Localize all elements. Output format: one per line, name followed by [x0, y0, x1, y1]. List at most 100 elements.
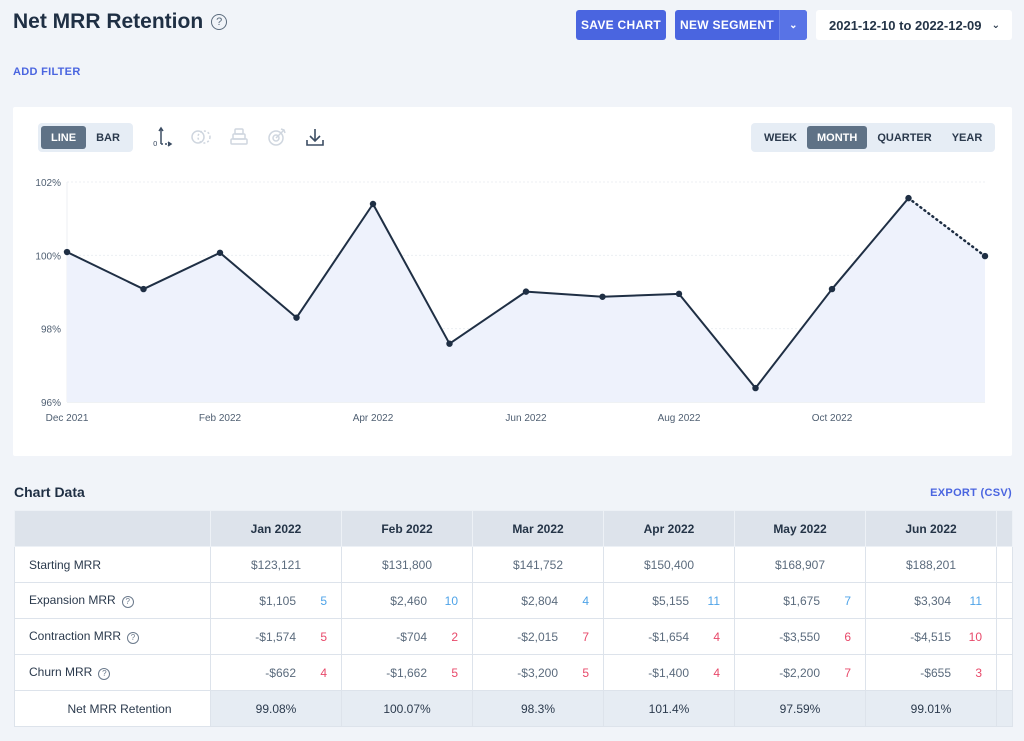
table-scroll-spacer: [996, 510, 1013, 547]
table-cell: -$655 3: [865, 654, 997, 691]
cell-amount: $168,907: [774, 557, 826, 572]
save-chart-button[interactable]: SAVE CHART: [576, 10, 666, 40]
data-point[interactable]: [522, 288, 530, 295]
area-fill: [67, 198, 985, 402]
table-cell: $168,907: [734, 546, 866, 583]
x-tick-label: Jun 2022: [505, 413, 547, 424]
column-header: Mar 2022: [472, 510, 604, 547]
column-header: Feb 2022: [341, 510, 473, 547]
export-csv-link[interactable]: EXPORT (CSV): [930, 487, 1012, 499]
table-cell: $188,201: [865, 546, 997, 583]
table-cell: -$1,662 5: [341, 654, 473, 691]
cell-amount: $5,155: [652, 593, 689, 608]
page-title: Net MRR Retention ?: [13, 10, 228, 34]
column-header: Apr 2022: [603, 510, 735, 547]
page-title-text: Net MRR Retention: [13, 10, 204, 33]
net-retention-cell: 101.4%: [603, 690, 735, 727]
x-tick-label: Apr 2022: [353, 413, 394, 424]
chevron-down-icon[interactable]: ⌄: [779, 10, 807, 40]
table-total-row: Net MRR Retention 99.08% 100.07% 98.3% 101.4…: [14, 690, 1013, 727]
row-label-text: Churn MRR: [29, 665, 93, 680]
cell-customer-count[interactable]: 7: [582, 630, 589, 644]
date-range-value: 2021-12-10 to 2022-12-09: [829, 17, 982, 33]
question-circle-icon[interactable]: ?: [211, 14, 228, 30]
table-row: Churn MRR? -$662 4 -$1,662 5 -$3,200 5 -$1,400 4…: [14, 654, 1013, 691]
cell-amount: $1,675: [783, 593, 820, 608]
data-point[interactable]: [293, 314, 300, 321]
cell-customer-count[interactable]: 4: [320, 666, 327, 680]
new-segment-button[interactable]: NEW SEGMENT ⌄: [675, 10, 807, 40]
cell-customer-count[interactable]: 7: [844, 594, 851, 608]
add-filter-link[interactable]: ADD FILTER: [13, 66, 81, 78]
y-tick-label: 96%: [41, 398, 61, 409]
cell-customer-count[interactable]: 5: [582, 666, 589, 680]
cell-amount: -$1,400: [648, 665, 689, 680]
cell-customer-count[interactable]: 10: [445, 594, 458, 608]
cell-amount: $131,800: [381, 557, 433, 572]
table-cell: -$2,015 7: [472, 618, 604, 655]
data-point[interactable]: [675, 290, 683, 298]
row-label: Churn MRR?: [14, 654, 211, 691]
chart-data-title: Chart Data: [14, 484, 85, 500]
table-cell: -$1,574 5: [210, 618, 342, 655]
table-scroll-spacer: [996, 582, 1013, 619]
cell-customer-count[interactable]: 11: [708, 594, 720, 608]
table-cell: -$4,515 10: [865, 618, 997, 655]
cell-amount: $2,804: [521, 593, 558, 608]
cell-amount: -$1,574: [255, 629, 296, 644]
question-circle-icon[interactable]: ?: [98, 667, 111, 680]
cell-customer-count[interactable]: 5: [451, 666, 458, 680]
cell-customer-count[interactable]: 4: [713, 630, 720, 644]
row-label-text: Expansion MRR: [29, 593, 116, 608]
data-point[interactable]: [140, 285, 147, 293]
data-point[interactable]: [216, 249, 224, 256]
cell-customer-count[interactable]: 5: [320, 630, 327, 644]
cell-customer-count[interactable]: 4: [582, 594, 589, 608]
data-point[interactable]: [63, 248, 71, 256]
row-label: Net MRR Retention: [14, 690, 211, 727]
table-cell: $1,105 5: [210, 582, 342, 619]
data-point[interactable]: [828, 285, 836, 293]
cell-customer-count[interactable]: 5: [320, 594, 327, 608]
question-circle-icon[interactable]: ?: [127, 631, 140, 644]
table-cell: $2,804 4: [472, 582, 604, 619]
data-point[interactable]: [752, 384, 759, 392]
cell-customer-count[interactable]: 3: [975, 666, 982, 680]
table-header-row: Jan 2022 Feb 2022 Mar 2022 Apr 2022 May …: [14, 510, 1013, 547]
data-point[interactable]: [446, 340, 453, 347]
x-tick-label: Oct 2022: [812, 413, 853, 424]
cell-customer-count[interactable]: 11: [970, 594, 982, 608]
cell-customer-count[interactable]: 4: [713, 666, 720, 680]
column-header: May 2022: [734, 510, 866, 547]
cell-customer-count[interactable]: 2: [451, 630, 458, 644]
row-label: Expansion MRR?: [14, 582, 211, 619]
cell-amount: $1,105: [259, 593, 296, 608]
table-cell: -$1,654 4: [603, 618, 735, 655]
x-tick-label: Dec 2021: [46, 413, 89, 424]
y-tick-label: 100%: [35, 251, 61, 262]
table-scroll-spacer: [996, 546, 1013, 583]
net-retention-cell: 99.01%: [865, 690, 997, 727]
date-range-select[interactable]: 2021-12-10 to 2022-12-09 ⌄: [816, 10, 1012, 40]
question-circle-icon[interactable]: ?: [121, 595, 134, 608]
cell-amount: $3,304: [914, 593, 951, 608]
cell-amount: -$2,015: [517, 629, 558, 644]
cell-customer-count[interactable]: 7: [844, 666, 851, 680]
data-point[interactable]: [905, 194, 912, 202]
table-cell: $2,460 10: [341, 582, 473, 619]
net-retention-cell: 98.3%: [472, 690, 604, 727]
data-point[interactable]: [599, 293, 606, 300]
table-row: Starting MRR $123,121 $131,800 $141,752 $150…: [14, 546, 1013, 583]
data-point[interactable]: [981, 252, 989, 260]
net-retention-cell: 97.59%: [734, 690, 866, 727]
table-cell: $1,675 7: [734, 582, 866, 619]
cell-amount: -$662: [265, 665, 296, 680]
cell-customer-count[interactable]: 10: [969, 630, 982, 644]
data-point[interactable]: [369, 200, 377, 208]
table-scroll-spacer: [996, 690, 1013, 727]
table-scroll-spacer: [996, 654, 1013, 691]
cell-amount: -$1,654: [648, 629, 689, 644]
cell-customer-count[interactable]: 6: [844, 630, 851, 644]
chart-card: LINE BAR 0 WEEK MONTH QUARTER YEAR 96% 9…: [13, 107, 1012, 456]
new-segment-label[interactable]: NEW SEGMENT: [675, 18, 779, 32]
